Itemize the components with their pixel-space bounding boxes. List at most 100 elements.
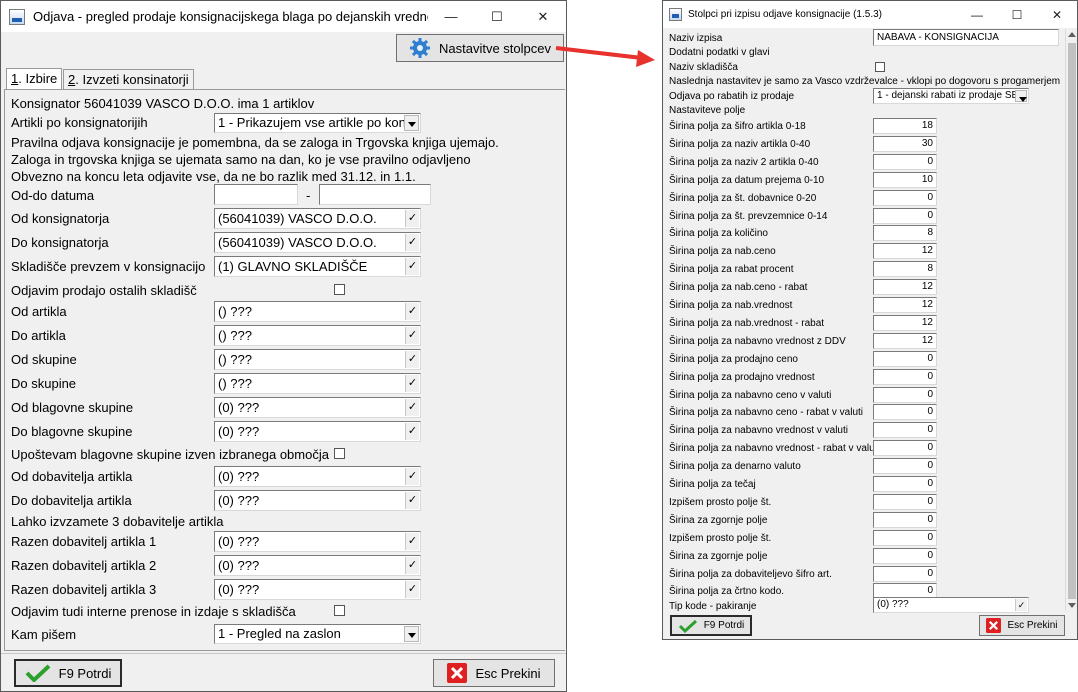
do-skupine-label: Do skupine bbox=[11, 376, 77, 391]
lookup-icon[interactable]: ✓ bbox=[405, 492, 419, 509]
lookup-icon[interactable]: ✓ bbox=[405, 468, 419, 485]
width-row-input[interactable]: 0 bbox=[873, 208, 937, 224]
od-artikla-label: Od artikla bbox=[11, 304, 67, 319]
chevron-down-icon[interactable] bbox=[1015, 90, 1027, 102]
scroll-down-icon[interactable] bbox=[1068, 603, 1076, 608]
date-from-input[interactable] bbox=[214, 184, 298, 205]
width-row-label: Širina polja za št. prevzemnice 0-14 bbox=[669, 211, 828, 222]
lookup-icon[interactable]: ✓ bbox=[405, 210, 419, 227]
width-row-input[interactable]: 0 bbox=[873, 494, 937, 510]
scrollbar-track[interactable] bbox=[1065, 29, 1077, 611]
width-row-input[interactable]: 0 bbox=[873, 387, 937, 403]
lookup-icon[interactable]: ✓ bbox=[1015, 599, 1027, 611]
lookup-icon[interactable]: ✓ bbox=[405, 557, 419, 574]
width-row-label: Širina polja za naziv 2 artikla 0-40 bbox=[669, 157, 819, 168]
columns-cancel-label: Esc Prekini bbox=[1007, 620, 1058, 631]
lookup-icon[interactable]: ✓ bbox=[405, 399, 419, 416]
interne-checkbox[interactable] bbox=[334, 605, 345, 616]
scroll-up-icon[interactable] bbox=[1068, 32, 1076, 37]
width-row-input[interactable]: 0 bbox=[873, 548, 937, 564]
width-row-input[interactable]: 10 bbox=[873, 172, 937, 188]
date-to-input[interactable] bbox=[319, 184, 431, 205]
lookup-icon[interactable]: ✓ bbox=[405, 327, 419, 344]
width-row-input[interactable]: 12 bbox=[873, 333, 937, 349]
kam-pisem-select[interactable]: 1 - Pregled na zaslon bbox=[214, 624, 421, 644]
width-row-input[interactable]: 30 bbox=[873, 136, 937, 152]
lookup-icon[interactable]: ✓ bbox=[405, 375, 419, 392]
maximize-button[interactable]: ☐ bbox=[474, 9, 520, 25]
razen-dobavitelj-artikla-3-label: Razen dobavitelj artikla 3 bbox=[11, 582, 157, 597]
width-row-input[interactable]: 0 bbox=[873, 530, 937, 546]
naziv-skladisca-checkbox[interactable] bbox=[875, 62, 885, 72]
lookup-icon[interactable]: ✓ bbox=[405, 303, 419, 320]
lookup-icon[interactable]: ✓ bbox=[405, 423, 419, 440]
button-bar-divider bbox=[1, 653, 566, 654]
close-button[interactable]: ✕ bbox=[520, 9, 566, 25]
width-row-input[interactable]: 0 bbox=[873, 369, 937, 385]
width-row-input[interactable]: 8 bbox=[873, 225, 937, 241]
width-row-input[interactable]: 12 bbox=[873, 297, 937, 313]
od-konsignatorja-input[interactable]: (56041039) VASCO D.O.O. ✓ bbox=[214, 208, 421, 229]
lookup-icon[interactable]: ✓ bbox=[405, 258, 419, 275]
width-row-input[interactable]: 0 bbox=[873, 422, 937, 438]
do-dobavitelja-artikla-input[interactable]: (0) ??? ✓ bbox=[214, 490, 421, 511]
minimize-button[interactable]: — bbox=[957, 8, 997, 22]
columns-cancel-button[interactable]: Esc Prekini bbox=[979, 615, 1065, 636]
cancel-label: Esc Prekini bbox=[475, 665, 541, 681]
columns-confirm-button[interactable]: F9 Potrdi bbox=[670, 615, 752, 636]
width-row-label: Širina polja za šifro artikla 0-18 bbox=[669, 121, 806, 132]
confirm-button[interactable]: F9 Potrdi bbox=[14, 659, 122, 687]
width-row-input[interactable]: 8 bbox=[873, 261, 937, 277]
razen-dobavitelj-artikla-3-input[interactable]: (0) ??? ✓ bbox=[214, 579, 421, 600]
naziv-izpisa-input[interactable]: NABAVA - KONSIGNACIJA bbox=[873, 29, 1059, 46]
lookup-icon[interactable]: ✓ bbox=[405, 533, 419, 550]
chevron-down-icon[interactable] bbox=[404, 115, 419, 131]
od-artikla-input[interactable]: () ??? ✓ bbox=[214, 301, 421, 322]
width-row-input[interactable]: 0 bbox=[873, 154, 937, 170]
od-blagovne-skupine-input[interactable]: (0) ??? ✓ bbox=[214, 397, 421, 418]
do-artikla-input[interactable]: () ??? ✓ bbox=[214, 325, 421, 346]
izvzamete-label: Lahko izvzamete 3 dobavitelje artikla bbox=[11, 514, 224, 529]
artikli-select[interactable]: 1 - Prikazujem vse artikle po kon bbox=[214, 113, 421, 133]
width-row-label: Širina polja za nab.vrednost bbox=[669, 300, 793, 311]
razen-dobavitelj-artikla-2-input[interactable]: (0) ??? ✓ bbox=[214, 555, 421, 576]
scrollbar-thumb[interactable] bbox=[1068, 43, 1076, 599]
width-row-input[interactable]: 0 bbox=[873, 458, 937, 474]
od-dobavitelja-artikla-input[interactable]: (0) ??? ✓ bbox=[214, 466, 421, 487]
width-row-label: Širina polja za dobaviteljevo šifro art. bbox=[669, 569, 832, 580]
width-row-input[interactable]: 0 bbox=[873, 351, 937, 367]
width-row-input[interactable]: 0 bbox=[873, 404, 937, 420]
width-row-input[interactable]: 0 bbox=[873, 476, 937, 492]
width-row-input[interactable]: 12 bbox=[873, 279, 937, 295]
razen-dobavitelj-artikla-1-input[interactable]: (0) ??? ✓ bbox=[214, 531, 421, 552]
width-row-input[interactable]: 12 bbox=[873, 315, 937, 331]
settings-columns-button[interactable]: Nastavitve stolpcev bbox=[396, 34, 564, 62]
lookup-icon[interactable]: ✓ bbox=[405, 234, 419, 251]
width-row-input[interactable]: 0 bbox=[873, 566, 937, 582]
width-row-input[interactable]: 0 bbox=[873, 190, 937, 206]
info-line: Konsignator 56041039 VASCO D.O.O. ima 1 … bbox=[11, 96, 315, 111]
odjava-rabati-select[interactable]: 1 - dejanski rabati iz prodaje SE bbox=[873, 88, 1029, 104]
width-row-input[interactable]: 18 bbox=[873, 118, 937, 134]
tab-izbire[interactable]: 1. Izbire bbox=[6, 68, 63, 90]
tab-izvzeti-konsinatorji[interactable]: 2. Izvzeti konsinatorji bbox=[63, 69, 194, 90]
skladisce-prevzem-v-konsignacijo-input[interactable]: (1) GLAVNO SKLADIŠČE ✓ bbox=[214, 256, 421, 277]
close-button[interactable]: ✕ bbox=[1037, 8, 1077, 22]
width-row-input[interactable]: 0 bbox=[873, 512, 937, 528]
do-konsignatorja-input[interactable]: (56041039) VASCO D.O.O. ✓ bbox=[214, 232, 421, 253]
maximize-button[interactable]: ☐ bbox=[997, 8, 1037, 22]
width-row-input[interactable]: 0 bbox=[873, 440, 937, 456]
cancel-button[interactable]: Esc Prekini bbox=[433, 659, 555, 687]
tip-kode-input[interactable]: (0) ??? ✓ bbox=[873, 597, 1029, 613]
odjavim-ostala-checkbox[interactable] bbox=[334, 284, 345, 295]
lookup-icon[interactable]: ✓ bbox=[405, 581, 419, 598]
lookup-icon[interactable]: ✓ bbox=[405, 351, 419, 368]
odjava-rabati-label: Odjava po rabatih iz prodaje bbox=[669, 91, 795, 102]
chevron-down-icon[interactable] bbox=[404, 626, 419, 642]
upostevam-checkbox[interactable] bbox=[334, 448, 345, 459]
minimize-button[interactable]: — bbox=[428, 9, 474, 24]
do-skupine-input[interactable]: () ??? ✓ bbox=[214, 373, 421, 394]
width-row-input[interactable]: 12 bbox=[873, 243, 937, 259]
od-skupine-input[interactable]: () ??? ✓ bbox=[214, 349, 421, 370]
do-blagovne-skupine-input[interactable]: (0) ??? ✓ bbox=[214, 421, 421, 442]
